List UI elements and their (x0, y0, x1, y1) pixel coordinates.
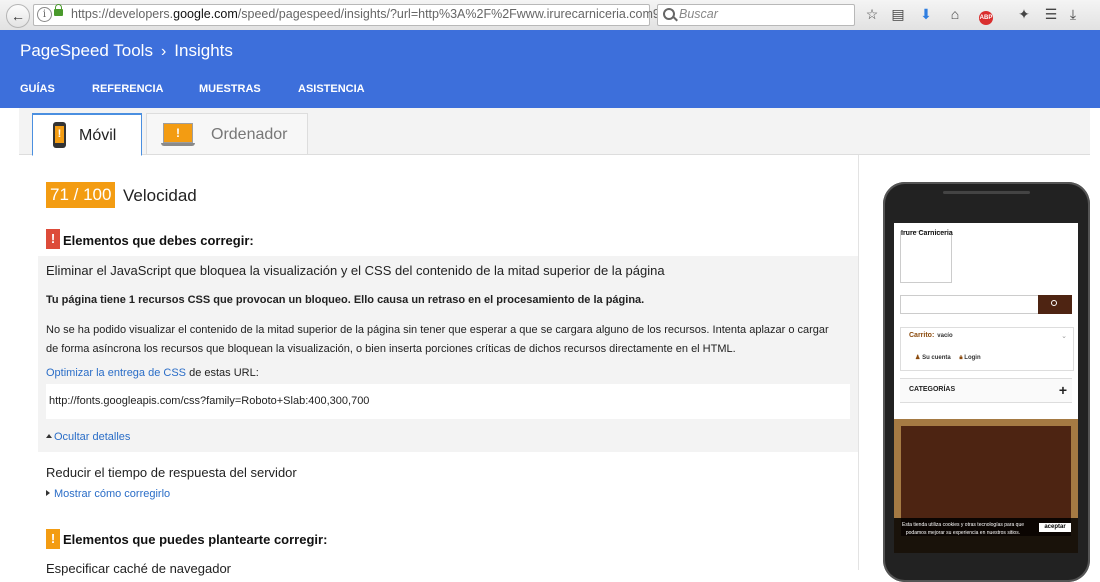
mobile-preview: Irure Carniceria Carrito: vacío ⌄ ♟ Su cu… (883, 182, 1090, 582)
site-header: PageSpeed Tools › Insights GUÍAS REFERENCI… (0, 30, 1100, 108)
preview-search-icon (1038, 295, 1072, 314)
download-arrow-icon[interactable]: ⤓ (1064, 5, 1082, 23)
preview-lock-icon: 🔒︎ (959, 355, 963, 361)
crumb-insights[interactable]: Insights (174, 41, 233, 61)
preview-cart-links: ♟ Su cuenta 🔒︎ Login (915, 354, 981, 362)
preview-chevron-down-icon: ⌄ (1061, 333, 1067, 340)
optimize-suffix: de estas URL: (186, 367, 259, 379)
download-icon[interactable]: ⬇ (917, 5, 935, 23)
info-icon[interactable]: i (37, 7, 52, 22)
preview-plus-icon: + (1058, 382, 1067, 398)
show-fix-label: Mostrar cómo corregirlo (54, 488, 171, 500)
preview-cart-status: vacío (937, 333, 953, 339)
must-fix-heading: Elementos que debes corregir: (63, 233, 254, 248)
address-bar[interactable]: i https://developers.google.com/speed/pa… (33, 4, 678, 26)
resource-url: http://fonts.googleapis.com/css?family=R… (49, 395, 370, 407)
caret-up-icon (46, 434, 52, 438)
adblock-badge: ABP (979, 11, 993, 25)
lock-icon (54, 4, 63, 16)
column-divider (858, 155, 859, 570)
nav-asistencia[interactable]: ASISTENCIA (298, 83, 365, 95)
critical-warning-icon: ! (46, 229, 60, 249)
url-text[interactable]: https://developers.google.com/speed/page… (71, 7, 660, 21)
preview-categories-label: CATEGORÍAS (909, 386, 956, 393)
preview-site-name: Irure Carniceria (901, 230, 953, 237)
phone-speaker (943, 191, 1030, 194)
browser-search-input[interactable]: Buscar (657, 4, 855, 26)
preview-user-icon: ♟ (915, 355, 921, 361)
tab-mobile-label: Móvil (79, 127, 117, 144)
back-arrow-icon[interactable]: ← (6, 4, 30, 28)
home-icon[interactable]: ⌂ (946, 5, 964, 23)
preview-cookie-text: Esta tienda utiliza cookies y otras tecn… (901, 522, 1025, 536)
rule-title-render-blocking[interactable]: Eliminar el JavaScript que bloquea la vi… (46, 263, 665, 278)
desktop-warning-icon (161, 123, 195, 147)
tab-desktop[interactable]: Ordenador (146, 113, 308, 154)
preview-cart: Carrito: vacío ⌄ ♟ Su cuenta 🔒︎ Login (900, 327, 1074, 371)
speed-score-label: Velocidad (123, 186, 197, 205)
hide-details-link[interactable]: Ocultar detalles (46, 431, 130, 443)
search-icon (663, 8, 675, 20)
preview-categories: CATEGORÍAS + (900, 378, 1072, 403)
caret-right-icon (46, 490, 50, 496)
star-icon[interactable]: ☆ (863, 5, 881, 23)
optimize-line: Optimizar la entrega de CSS de estas URL… (46, 367, 259, 379)
preview-search-input (900, 295, 1040, 314)
nav-referencia[interactable]: REFERENCIA (92, 83, 164, 95)
preview-cookie-bar: Esta tienda utiliza cookies y otras tecn… (894, 518, 1078, 553)
preview-cart-title: Carrito: vacío (909, 332, 953, 339)
chevron-right-icon: › (160, 43, 167, 60)
nav-guias[interactable]: GUÍAS (20, 83, 55, 95)
speed-score-badge: 71 / 100 (46, 182, 116, 208)
preview-cart-label: Carrito: (909, 332, 935, 339)
preview-account-link: Su cuenta (922, 355, 951, 361)
adblock-icon[interactable]: ABP (977, 5, 995, 25)
reading-list-icon[interactable]: ▤ (889, 5, 907, 23)
warning-icon: ! (46, 529, 60, 549)
crumb-pagespeed-tools[interactable]: PageSpeed Tools (20, 41, 153, 61)
resource-url-box: http://fonts.googleapis.com/css?family=R… (46, 384, 850, 419)
optimize-css-link[interactable]: Optimizar la entrega de CSS (46, 367, 186, 379)
mobile-warning-icon (53, 122, 66, 148)
rule-description: No se ha podido visualizar el contenido … (46, 324, 829, 355)
rule-title-browser-cache[interactable]: Especificar caché de navegador (46, 561, 231, 576)
search-placeholder: Buscar (679, 7, 718, 21)
preview-logo-box (900, 231, 952, 283)
consider-fix-heading: Elementos que puedes plantearte corregir… (63, 532, 328, 547)
extension-icon[interactable]: ✦ (1015, 5, 1033, 23)
breadcrumb: PageSpeed Tools › Insights (20, 41, 233, 61)
preview-login-link: Login (964, 355, 981, 361)
device-tabs: Móvil Ordenador (19, 108, 1090, 156)
tab-mobile[interactable]: Móvil (32, 113, 142, 156)
preview-screen: Irure Carniceria Carrito: vacío ⌄ ♟ Su cu… (894, 223, 1078, 553)
hide-details-label: Ocultar detalles (54, 431, 131, 443)
rule-title-server-response[interactable]: Reducir el tiempo de respuesta del servi… (46, 465, 297, 480)
preview-cookie-button: aceptar (1039, 523, 1071, 532)
menu-icon[interactable]: ☰ (1042, 5, 1060, 23)
nav-muestras[interactable]: MUESTRAS (199, 83, 261, 95)
tab-desktop-label: Ordenador (211, 126, 288, 143)
browser-toolbar: ← i https://developers.google.com/speed/… (0, 0, 1100, 31)
show-fix-link[interactable]: Mostrar cómo corregirlo (46, 488, 170, 500)
rule-summary: Tu página tiene 1 recursos CSS que provo… (46, 294, 645, 306)
